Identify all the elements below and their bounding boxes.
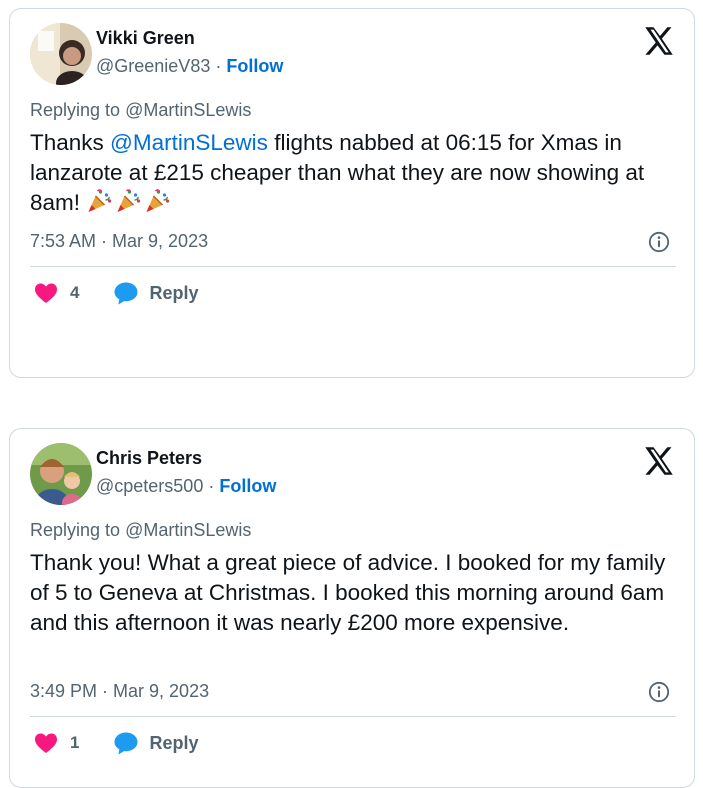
avatar[interactable] [30,23,92,85]
like-button[interactable]: 4 [34,282,79,304]
follow-link[interactable]: Follow [219,476,276,496]
tweet-text: Thank you! What a great piece of advice.… [30,550,666,635]
replying-handle[interactable]: @MartinSLewis [125,520,251,540]
x-logo-icon[interactable] [644,27,674,55]
author-handle-line: @GreenieV83 · Follow [96,56,283,77]
reply-label: Reply [149,732,199,753]
info-icon[interactable] [648,681,670,703]
replying-to: Replying to @MartinSLewis [30,520,251,541]
tweet-text: Thanks @MartinSLewis flights nabbed at 0… [30,128,680,218]
tweet-timestamp[interactable]: 3:49 PM · Mar 9, 2023 [30,681,209,702]
reply-button[interactable]: Reply [113,281,199,305]
party-popper-icon [115,189,144,215]
tweet-card: Chris Peters @cpeters500 · Follow Replyi… [9,428,695,788]
tweet-actions: 4 Reply [34,281,199,305]
tweet-card: Vikki Green @GreenieV83 · Follow Replyin… [9,8,695,378]
heart-icon [35,283,57,303]
author-handle-line: @cpeters500 · Follow [96,476,276,497]
author-name[interactable]: Chris Peters [96,448,202,469]
avatar[interactable] [30,443,92,505]
like-count: 4 [70,283,80,302]
author-name[interactable]: Vikki Green [96,28,195,49]
author-handle[interactable]: @cpeters500 [96,476,203,496]
info-icon[interactable] [648,231,670,253]
divider [30,266,676,267]
reply-button[interactable]: Reply [113,731,199,755]
x-logo-icon[interactable] [644,447,674,475]
party-popper-icon [86,189,115,215]
like-button[interactable]: 1 [34,732,79,754]
replying-prefix: Replying to [30,520,126,540]
follow-link[interactable]: Follow [226,56,283,76]
party-popper-icon [144,189,173,215]
tweet-text-start: Thanks [30,130,111,155]
tweet-actions: 1 Reply [34,731,199,755]
divider [30,716,676,717]
reply-bubble-icon [114,282,138,305]
like-count: 1 [70,733,80,752]
heart-icon [35,733,57,753]
reply-bubble-icon [114,732,138,755]
author-handle[interactable]: @GreenieV83 [96,56,210,76]
tweet-timestamp[interactable]: 7:53 AM · Mar 9, 2023 [30,231,208,252]
separator: · [203,476,220,496]
reply-label: Reply [149,282,199,303]
mention-link[interactable]: @MartinSLewis [110,130,268,155]
separator: · [210,56,227,76]
replying-prefix: Replying to [30,100,126,120]
replying-to: Replying to @MartinSLewis [30,100,251,121]
replying-handle[interactable]: @MartinSLewis [125,100,251,120]
